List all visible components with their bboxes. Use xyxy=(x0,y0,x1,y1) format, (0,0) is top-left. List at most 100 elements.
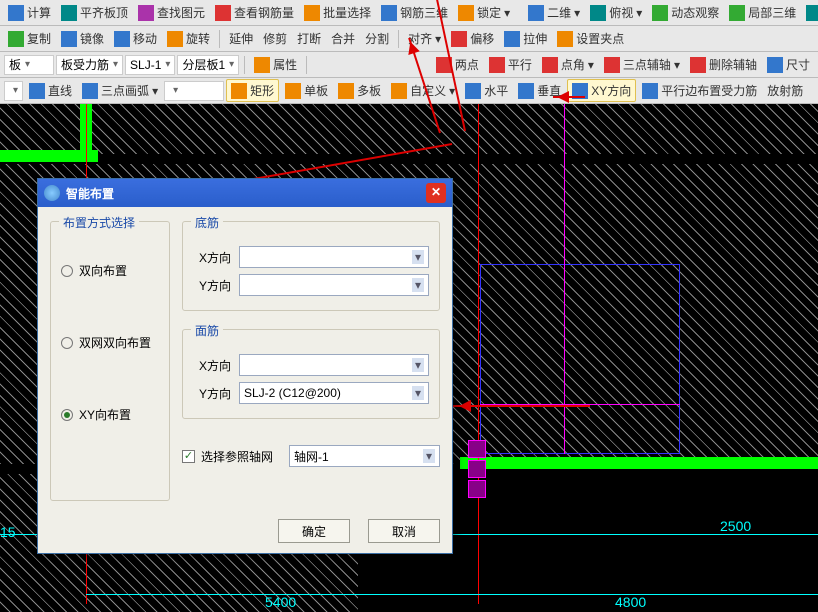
drop-category[interactable]: 板 xyxy=(4,55,54,75)
top-x-combo[interactable] xyxy=(239,354,429,376)
bottom-x-combo[interactable] xyxy=(239,246,429,268)
beam xyxy=(460,457,818,469)
dim-text: 4800 xyxy=(615,594,646,610)
checkbox-icon[interactable] xyxy=(182,450,195,463)
btn-property[interactable]: 属性 xyxy=(250,54,301,75)
drop-sub[interactable]: 板受力筋 xyxy=(56,55,123,75)
btn-pointangle[interactable]: 点角▾ xyxy=(538,54,598,75)
btn-line[interactable]: 直线 xyxy=(25,80,76,101)
btn-local-3d[interactable]: 局部三维 xyxy=(725,2,800,23)
separator xyxy=(219,30,220,48)
field-label: Y方向 xyxy=(193,277,231,294)
beam xyxy=(0,150,98,162)
btn-multi-slab[interactable]: 多板 xyxy=(334,80,385,101)
btn-parallel[interactable]: 平行 xyxy=(485,54,536,75)
btn-lock[interactable]: 锁定▾ xyxy=(454,2,514,23)
btn-single-slab[interactable]: 单板 xyxy=(281,80,332,101)
drop-blank[interactable] xyxy=(164,81,224,101)
btn-rotate[interactable]: 旋转 xyxy=(163,28,214,49)
radio-bidirectional[interactable]: 双向布置 xyxy=(61,262,159,279)
drop-more[interactable] xyxy=(4,81,23,101)
grip[interactable] xyxy=(468,480,486,498)
checkbox-label: 选择参照轴网 xyxy=(201,448,273,465)
move-icon xyxy=(44,185,60,201)
dim-text: 5400 xyxy=(265,594,296,610)
placement-mode-group: 布置方式选择 双向布置 双网双向布置 XY向布置 xyxy=(50,221,170,501)
radio-label: XY向布置 xyxy=(79,406,131,423)
btn-xy-direction[interactable]: XY方向 xyxy=(567,79,636,102)
dialog-body: 布置方式选择 双向布置 双网双向布置 XY向布置 底筋 X方向 xyxy=(38,207,452,553)
btn-twopoint[interactable]: 两点 xyxy=(432,54,483,75)
radio-double-net[interactable]: 双网双向布置 xyxy=(61,334,159,351)
grid-line xyxy=(478,104,479,604)
btn-trim[interactable]: 修剪 xyxy=(259,28,291,49)
reference-grid-row: 选择参照轴网 轴网-1 xyxy=(182,445,440,467)
radio-xy[interactable]: XY向布置 xyxy=(61,406,159,423)
axis-line xyxy=(564,104,565,454)
grip[interactable] xyxy=(468,460,486,478)
smart-layout-dialog: 智能布置 ✕ 布置方式选择 双向布置 双网双向布置 XY向布置 底筋 X方向 xyxy=(37,178,453,554)
btn-dimension[interactable]: 尺寸 xyxy=(763,54,814,75)
field-label: Y方向 xyxy=(193,385,231,402)
btn-full[interactable]: 全 xyxy=(802,2,818,23)
radio-icon xyxy=(61,409,73,421)
dialog-title: 智能布置 xyxy=(66,185,114,202)
btn-split[interactable]: 分割 xyxy=(361,28,393,49)
top-y-combo[interactable]: SLJ-2 (C12@200) xyxy=(239,382,429,404)
toolbar-row-3: 板 板受力筋 SLJ-1 分层板1 属性 两点 平行 点角▾ 三点辅轴▾ 删除辅… xyxy=(0,52,818,78)
slab-outline xyxy=(480,264,680,454)
btn-radial[interactable]: 放射筋 xyxy=(763,80,807,101)
group-label: 面筋 xyxy=(191,322,223,339)
dim-line xyxy=(86,594,818,595)
btn-3pt-arc[interactable]: 三点画弧▾ xyxy=(78,80,162,101)
drop-code[interactable]: SLJ-1 xyxy=(125,55,175,75)
btn-orbit[interactable]: 动态观察 xyxy=(648,2,723,23)
top-rebar-group: 面筋 X方向 Y方向 SLJ-2 (C12@200) xyxy=(182,329,440,419)
toolbar-row-1: 计算 平齐板顶 查找图元 查看钢筋量 批量选择 钢筋三维 锁定▾ 二维▾ 俯视▾… xyxy=(0,0,818,26)
grip[interactable] xyxy=(468,440,486,458)
field-label: X方向 xyxy=(193,249,231,266)
btn-del-axis[interactable]: 删除辅轴 xyxy=(686,54,761,75)
btn-merge[interactable]: 合并 xyxy=(327,28,359,49)
btn-parallel-edge[interactable]: 平行边布置受力筋 xyxy=(638,80,761,101)
drop-layer[interactable]: 分层板1 xyxy=(177,55,239,75)
btn-batch-select[interactable]: 批量选择 xyxy=(300,2,375,23)
cancel-button[interactable]: 取消 xyxy=(368,519,440,543)
dim-text: 15 xyxy=(0,524,16,540)
group-label: 底筋 xyxy=(191,214,223,231)
separator xyxy=(398,30,399,48)
btn-horizontal[interactable]: 水平 xyxy=(461,80,512,101)
btn-move[interactable]: 移动 xyxy=(110,28,161,49)
btn-copy[interactable]: 复制 xyxy=(4,28,55,49)
annotation-arrow xyxy=(553,96,585,98)
annotation-arrow xyxy=(455,405,590,407)
btn-mirror[interactable]: 镜像 xyxy=(57,28,108,49)
radio-icon xyxy=(61,337,73,349)
btn-grips[interactable]: 设置夹点 xyxy=(553,28,628,49)
btn-view-rebar[interactable]: 查看钢筋量 xyxy=(211,2,298,23)
btn-extend[interactable]: 延伸 xyxy=(225,28,257,49)
btn-calc[interactable]: 计算 xyxy=(4,2,55,23)
reference-grid-combo[interactable]: 轴网-1 xyxy=(289,445,440,467)
btn-3pt-axis[interactable]: 三点辅轴▾ xyxy=(600,54,684,75)
separator xyxy=(244,56,245,74)
right-column: 底筋 X方向 Y方向 面筋 X方向 Y方向 SLJ-2 (C12 xyxy=(182,221,440,543)
bottom-rebar-group: 底筋 X方向 Y方向 xyxy=(182,221,440,311)
btn-find[interactable]: 查找图元 xyxy=(134,2,209,23)
btn-break[interactable]: 打断 xyxy=(293,28,325,49)
dim-text: 2500 xyxy=(720,518,751,534)
btn-rect[interactable]: 矩形 xyxy=(226,79,279,102)
group-label: 布置方式选择 xyxy=(59,214,139,231)
radio-label: 双网双向布置 xyxy=(79,334,151,351)
ok-button[interactable]: 确定 xyxy=(278,519,350,543)
bottom-y-combo[interactable] xyxy=(239,274,429,296)
btn-2d[interactable]: 二维▾ xyxy=(524,2,584,23)
btn-flat-top[interactable]: 平齐板顶 xyxy=(57,2,132,23)
btn-topview[interactable]: 俯视▾ xyxy=(586,2,646,23)
dialog-titlebar[interactable]: 智能布置 ✕ xyxy=(38,179,452,207)
field-label: X方向 xyxy=(193,357,231,374)
close-icon[interactable]: ✕ xyxy=(426,183,446,203)
btn-stretch[interactable]: 拉伸 xyxy=(500,28,551,49)
btn-offset[interactable]: 偏移 xyxy=(447,28,498,49)
toolbar-row-4: 直线 三点画弧▾ 矩形 单板 多板 自定义▾ 水平 垂直 XY方向 平行边布置受… xyxy=(0,78,818,104)
